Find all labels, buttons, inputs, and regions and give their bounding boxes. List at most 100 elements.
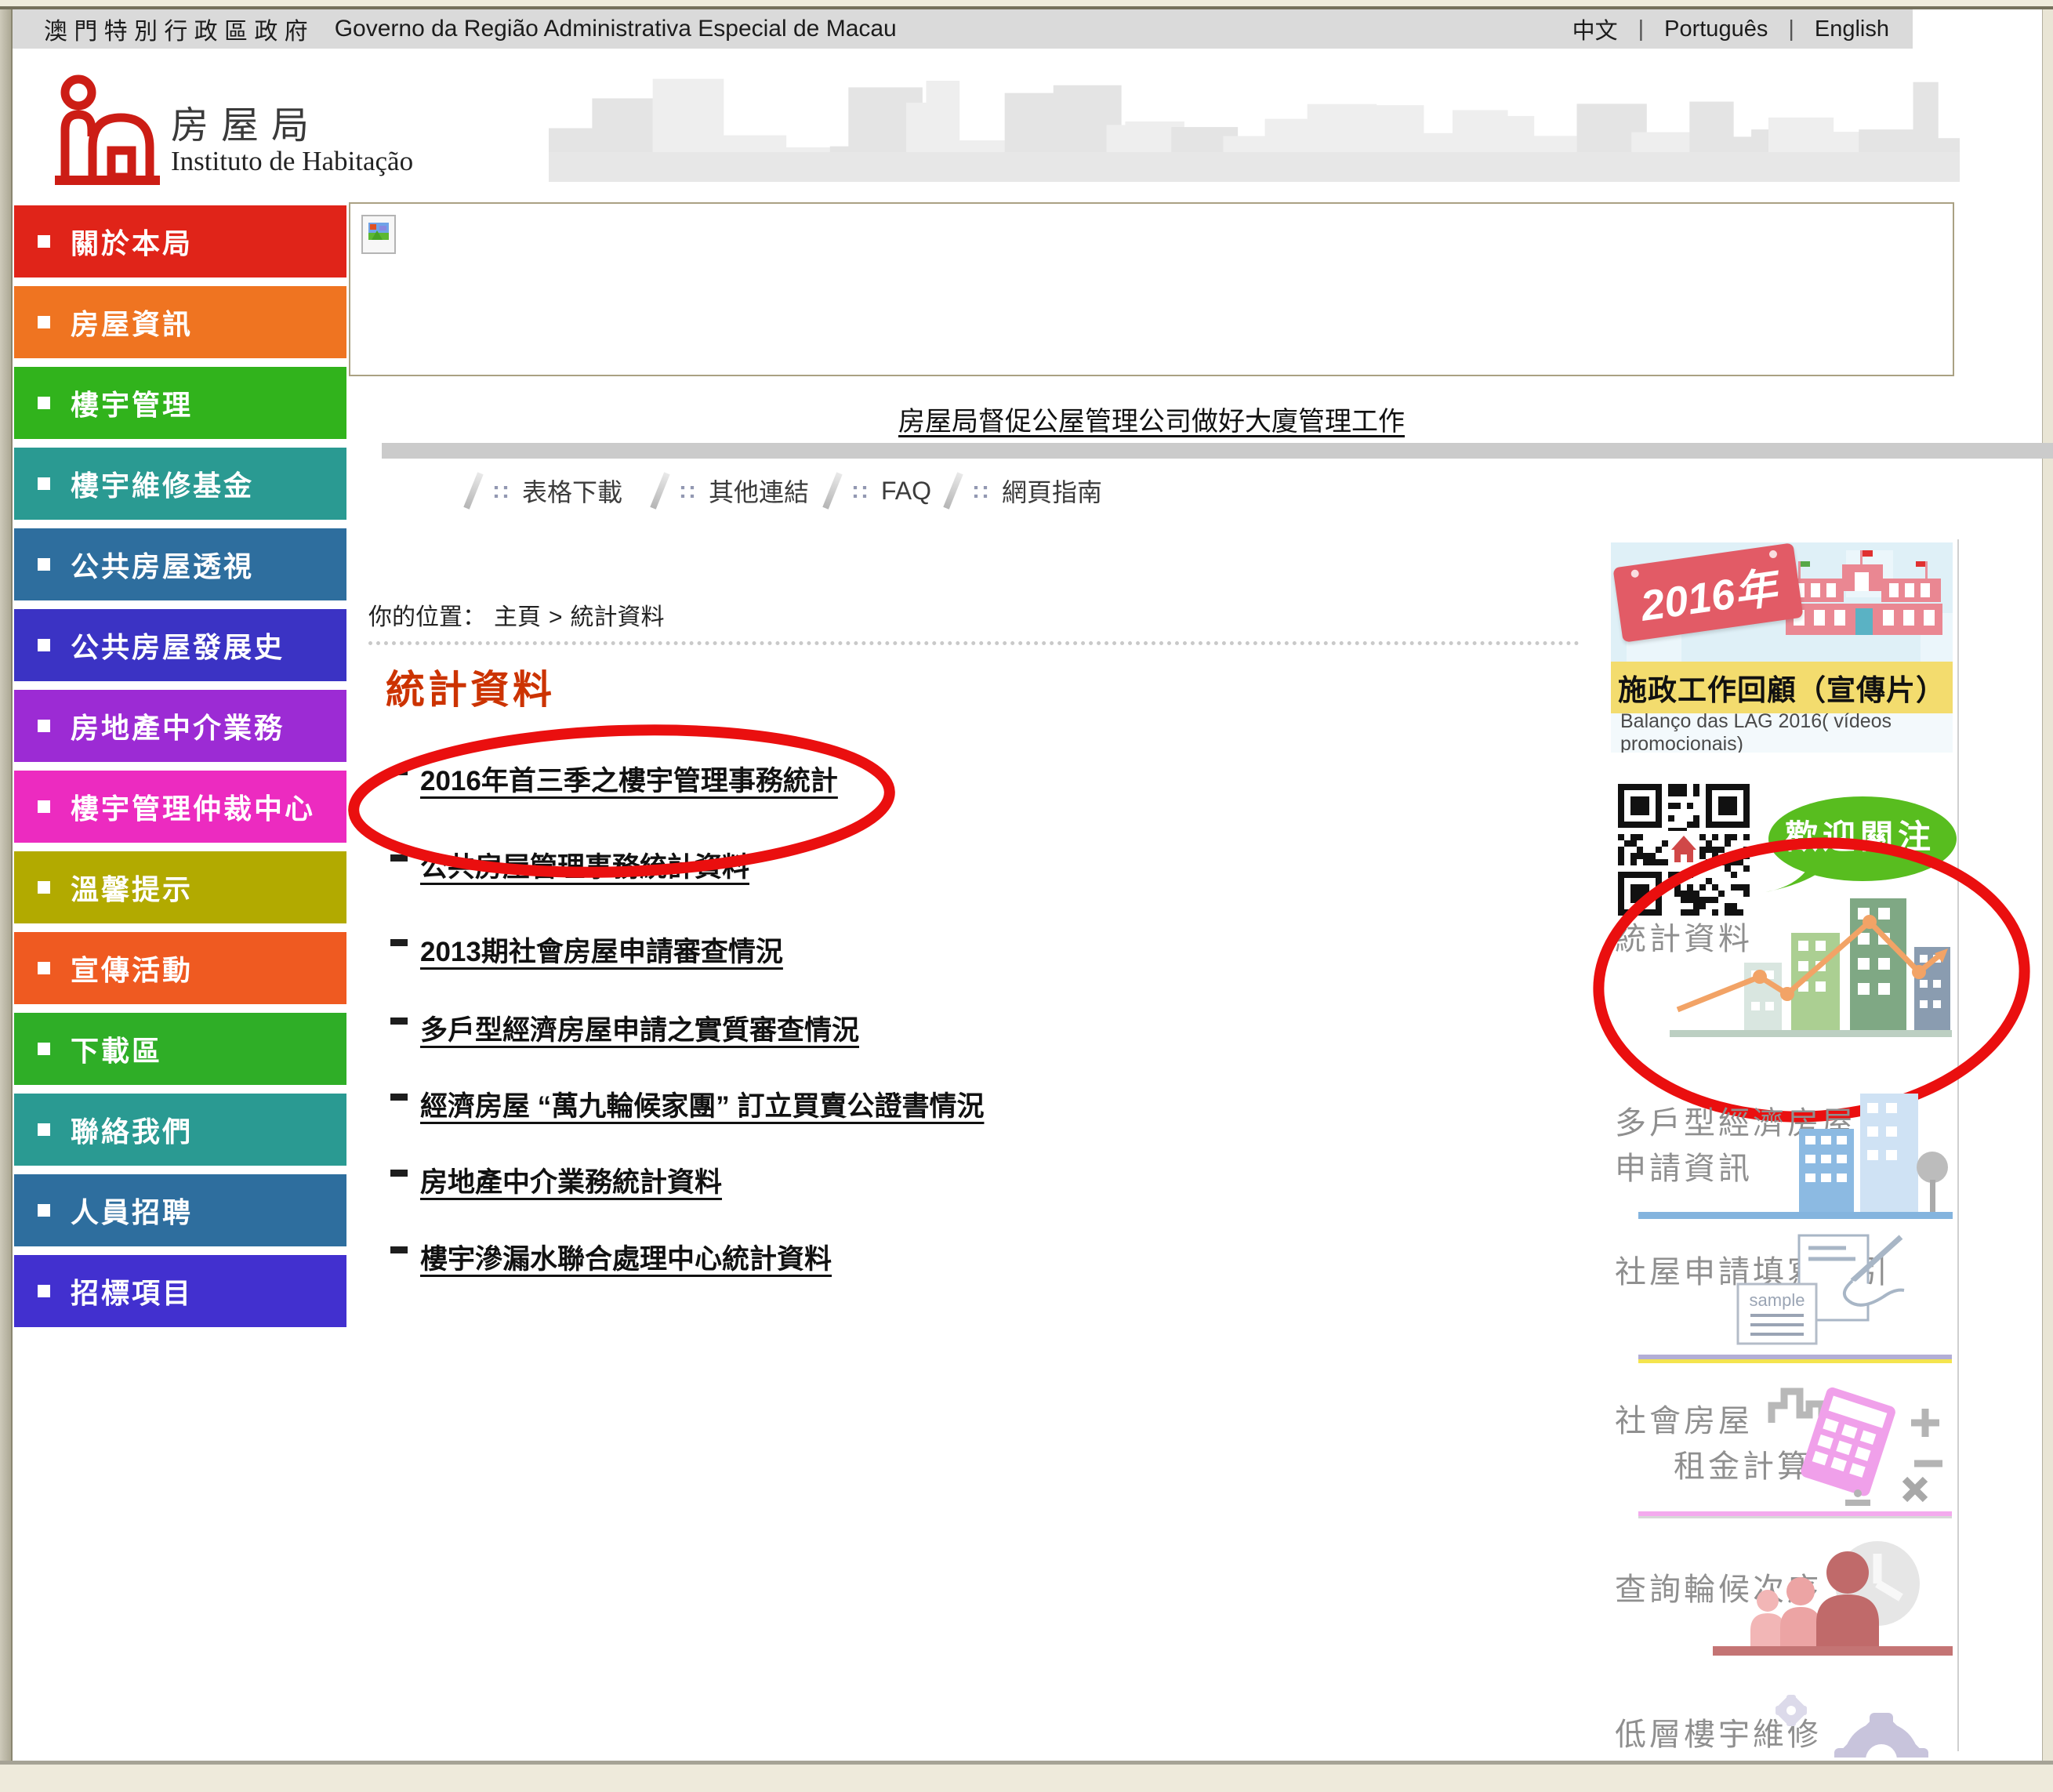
lang-chinese-link[interactable]: 中文 <box>1572 13 1618 45</box>
gov-name-pt: Governo da Região Administrativa Especia… <box>335 16 897 42</box>
square-bullet-icon <box>38 235 50 248</box>
link-label: 2016年首三季之樓宇管理事務統計 <box>420 759 838 799</box>
square-bullet-icon <box>38 1123 50 1136</box>
rent-underline-pink <box>1638 1511 1952 1518</box>
notice-row: 房屋局督促公屋管理公司做好大廈管理工作 <box>349 400 1954 438</box>
sidebar-item-label: 溫馨提示 <box>71 867 193 908</box>
tab-faq[interactable]: :: FAQ <box>829 467 931 514</box>
sidebar-item-repair-fund[interactable]: 樓宇維修基金 <box>14 448 346 520</box>
wechat-follow-bubble: 歡迎關注 <box>1762 793 1958 897</box>
stat-link-economic-housing-deeds[interactable]: 經濟房屋 “萬九輪候家團” 訂立買賣公證書情況 <box>390 1084 984 1124</box>
queue-people-clock-graphic[interactable] <box>1713 1535 1953 1664</box>
logo-title-zh: 房屋局 <box>171 94 321 149</box>
sidebar-item-label: 人員招聘 <box>71 1190 193 1231</box>
sidebar-item-tips[interactable]: 溫馨提示 <box>14 851 346 923</box>
sidebar-menu: 關於本局 房屋資訊 樓宇管理 樓宇維修基金 公共房屋透視 公共房屋發展史 房地產… <box>14 205 346 1336</box>
content-banner-box <box>349 202 1954 376</box>
dash-bullet-icon <box>390 768 408 775</box>
breadcrumb-home-link[interactable]: 主頁 <box>494 604 541 630</box>
square-bullet-icon <box>38 558 50 571</box>
sidebar-item-estate-agency[interactable]: 房地產中介業務 <box>14 690 346 762</box>
right-column-divider <box>1957 539 1959 1751</box>
stat-link-multi-family-review[interactable]: 多戶型經濟房屋申請之實質審查情況 <box>390 1008 859 1048</box>
lang-separator: | <box>1788 16 1794 42</box>
sidebar-item-building-mgmt[interactable]: 樓宇管理 <box>14 367 346 439</box>
stat-link-social-housing-2013[interactable]: 2013期社會房屋申請審查情況 <box>390 930 783 970</box>
tab-label: 表格下載 <box>522 473 622 509</box>
stat-link-building-mgmt-2016[interactable]: 2016年首三季之樓宇管理事務統計 <box>390 759 838 799</box>
dash-bullet-icon <box>390 1246 408 1253</box>
lang-english-link[interactable]: English <box>1815 16 1889 42</box>
sidebar-item-housing-info[interactable]: 房屋資訊 <box>14 286 346 358</box>
city-skyline-graphic <box>549 64 1960 186</box>
dash-bullet-icon <box>390 854 408 862</box>
sidebar-item-label: 聯絡我們 <box>71 1109 193 1150</box>
square-bullet-icon <box>38 477 50 490</box>
housing-bureau-logo-icon[interactable] <box>49 69 166 192</box>
sample-label: sample <box>1750 1290 1805 1310</box>
sidebar-item-downloads[interactable]: 下載區 <box>14 1013 346 1085</box>
statistics-buildings-graphic[interactable] <box>1670 884 1952 1041</box>
broken-image-icon <box>361 215 396 254</box>
banner-rent-calc-link[interactable]: 社會房屋 <box>1615 1395 1753 1441</box>
dots-marker-icon: :: <box>492 477 511 504</box>
breadcrumb-prefix: 你的位置： <box>368 604 486 630</box>
tab-form-downloads[interactable]: :: 表格下載 <box>470 467 622 514</box>
language-switcher: 中文 | Português | English <box>1572 9 1889 49</box>
sidebar-item-label: 宣傳活動 <box>71 948 193 989</box>
sidebar-item-housing-history[interactable]: 公共房屋發展史 <box>14 609 346 681</box>
dots-marker-icon: :: <box>851 477 870 504</box>
tab-other-links[interactable]: :: 其他連結 <box>657 467 809 514</box>
sidebar-item-recruitment[interactable]: 人員招聘 <box>14 1174 346 1246</box>
tab-label: 其他連結 <box>709 473 809 509</box>
square-bullet-icon <box>38 1285 50 1297</box>
sidebar-item-promotions[interactable]: 宣傳活動 <box>14 932 346 1004</box>
sidebar-item-tenders[interactable]: 招標項目 <box>14 1255 346 1327</box>
dots-marker-icon: :: <box>679 477 698 504</box>
window-top-margin <box>0 0 2053 6</box>
year-2016-label: 2016年 <box>1636 553 1779 633</box>
sidebar-item-arbitration[interactable]: 樓宇管理仲裁中心 <box>14 771 346 843</box>
lag-banner-title: 施政工作回顧（宣傳片） <box>1611 662 1953 713</box>
window-bottom-band <box>0 1761 2053 1792</box>
sidebar-item-label: 公共房屋透視 <box>71 544 254 585</box>
dash-bullet-icon <box>390 1018 408 1025</box>
sidebar-item-label: 下載區 <box>71 1028 162 1069</box>
gov-name-zh: 澳 門 特 別 行 政 區 政 府 <box>44 12 308 46</box>
multi-family-buildings-graphic[interactable] <box>1638 1086 1953 1224</box>
rent-calculator-graphic[interactable] <box>1764 1376 1952 1513</box>
window-right-border <box>2042 9 2053 1761</box>
tab-label: 網頁指南 <box>1002 473 1102 509</box>
link-label: 公共房屋管理事務統計資料 <box>420 845 749 885</box>
application-guide-graphic[interactable]: sample <box>1721 1232 1910 1355</box>
stat-link-public-housing-mgmt[interactable]: 公共房屋管理事務統計資料 <box>390 845 749 885</box>
breadcrumb-current: 統計資料 <box>571 604 665 630</box>
tab-site-guide[interactable]: :: 網頁指南 <box>950 467 1102 514</box>
link-label: 2013期社會房屋申請審查情況 <box>420 930 783 970</box>
square-bullet-icon <box>38 881 50 894</box>
sidebar-item-contact[interactable]: 聯絡我們 <box>14 1094 346 1166</box>
sidebar-item-label: 樓宇維修基金 <box>71 463 254 504</box>
sidebar-item-label: 樓宇管理仲裁中心 <box>71 786 315 827</box>
square-bullet-icon <box>38 1043 50 1055</box>
sidebar-item-public-housing[interactable]: 公共房屋透視 <box>14 528 346 600</box>
sidebar-item-label: 關於本局 <box>71 221 193 262</box>
sidebar-item-label: 房屋資訊 <box>71 302 193 343</box>
slash-separator-icon <box>650 472 669 510</box>
lag-banner-subtitle: Balanço das LAG 2016( vídeos promocionai… <box>1611 713 1953 753</box>
square-bullet-icon <box>38 800 50 813</box>
notice-headline-link[interactable]: 房屋局督促公屋管理公司做好大廈管理工作 <box>898 407 1405 437</box>
lang-portuguese-link[interactable]: Português <box>1664 16 1768 42</box>
horizontal-divider-bar <box>382 443 2053 459</box>
dots-marker-icon: :: <box>972 477 991 504</box>
dash-bullet-icon <box>390 939 408 946</box>
square-bullet-icon <box>38 962 50 974</box>
building-repair-graphic[interactable] <box>1713 1685 1953 1758</box>
stat-link-estate-agency-stats[interactable]: 房地產中介業務統計資料 <box>390 1160 722 1200</box>
stat-link-water-seepage-stats[interactable]: 樓宇滲漏水聯合處理中心統計資料 <box>390 1237 832 1277</box>
sidebar-item-about[interactable]: 關於本局 <box>14 205 346 278</box>
lag-2016-banner[interactable]: 2016年 施政工作回顧（宣傳片） Balanço das LAG 2016( … <box>1611 542 1953 753</box>
sidebar-item-label: 樓宇管理 <box>71 383 193 423</box>
government-building-graphic <box>1779 546 1950 638</box>
sidebar-item-label: 公共房屋發展史 <box>71 625 285 666</box>
